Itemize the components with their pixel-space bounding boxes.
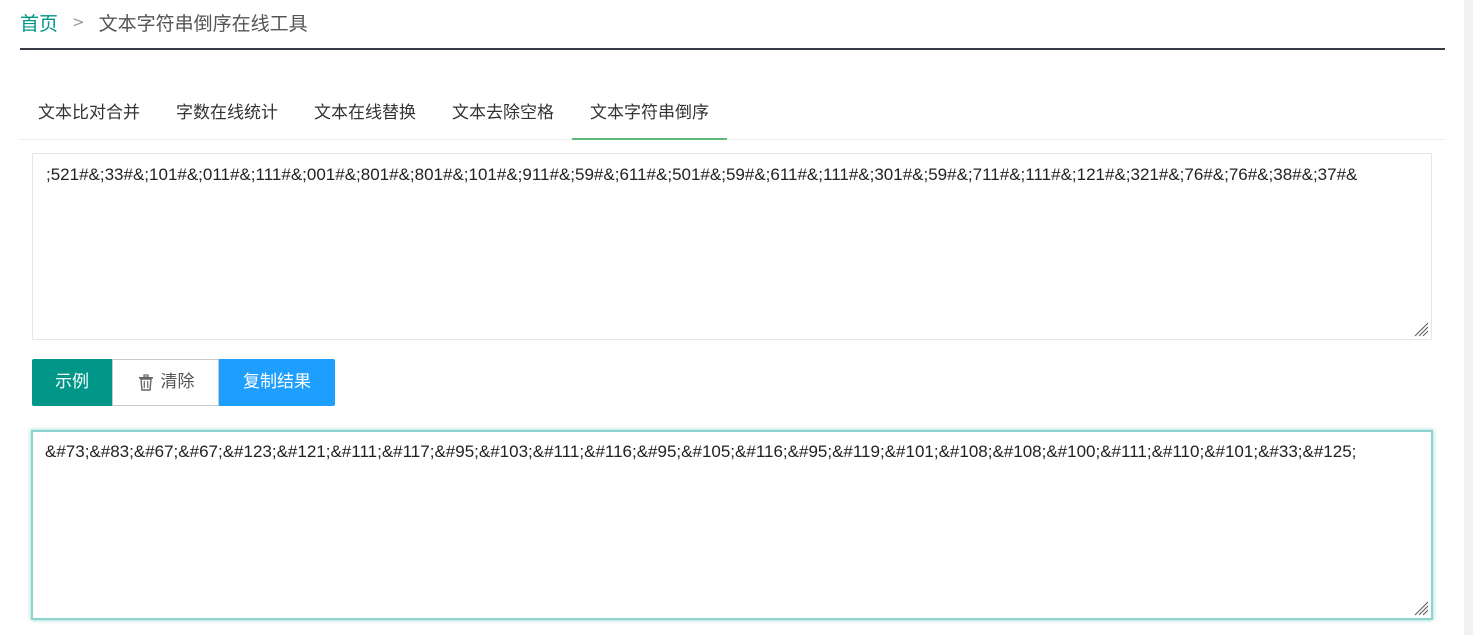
tool-tabs: 文本比对合并 字数在线统计 文本在线替换 文本去除空格 文本字符串倒序 <box>20 88 1445 140</box>
breadcrumb-current: 文本字符串倒序在线工具 <box>98 12 308 35</box>
trash-icon <box>138 373 153 391</box>
tab-text-replace[interactable]: 文本在线替换 <box>296 88 434 139</box>
example-button-label: 示例 <box>55 372 89 392</box>
example-button[interactable]: 示例 <box>32 359 112 406</box>
breadcrumb-home-link[interactable]: 首页 <box>20 9 58 36</box>
action-button-group: 示例 清除 复制结果 <box>32 359 335 406</box>
breadcrumb: 首页 > 文本字符串倒序在线工具 <box>20 0 1445 50</box>
tab-text-compare[interactable]: 文本比对合并 <box>20 88 158 139</box>
copy-result-button-label: 复制结果 <box>243 372 311 392</box>
clear-button[interactable]: 清除 <box>112 359 219 406</box>
tab-string-reverse[interactable]: 文本字符串倒序 <box>572 88 727 140</box>
clear-button-label: 清除 <box>160 372 195 392</box>
tab-remove-spaces[interactable]: 文本去除空格 <box>434 88 572 139</box>
output-textarea[interactable]: &#73;&#83;&#67;&#67;&#123;&#121;&#111;&#… <box>31 430 1433 620</box>
resize-handle-icon[interactable] <box>1413 600 1429 616</box>
input-textarea[interactable]: ;521#&;33#&;101#&;011#&;111#&;001#&;801#… <box>32 153 1432 340</box>
tab-word-count[interactable]: 字数在线统计 <box>158 88 296 139</box>
output-text: &#73;&#83;&#67;&#67;&#123;&#121;&#111;&#… <box>45 442 1357 461</box>
copy-result-button[interactable]: 复制结果 <box>219 359 335 406</box>
resize-handle-icon[interactable] <box>1413 321 1429 337</box>
breadcrumb-separator: > <box>72 13 85 31</box>
input-text: ;521#&;33#&;101#&;011#&;111#&;001#&;801#… <box>46 165 1358 184</box>
page-scrollbar[interactable] <box>1464 0 1473 635</box>
